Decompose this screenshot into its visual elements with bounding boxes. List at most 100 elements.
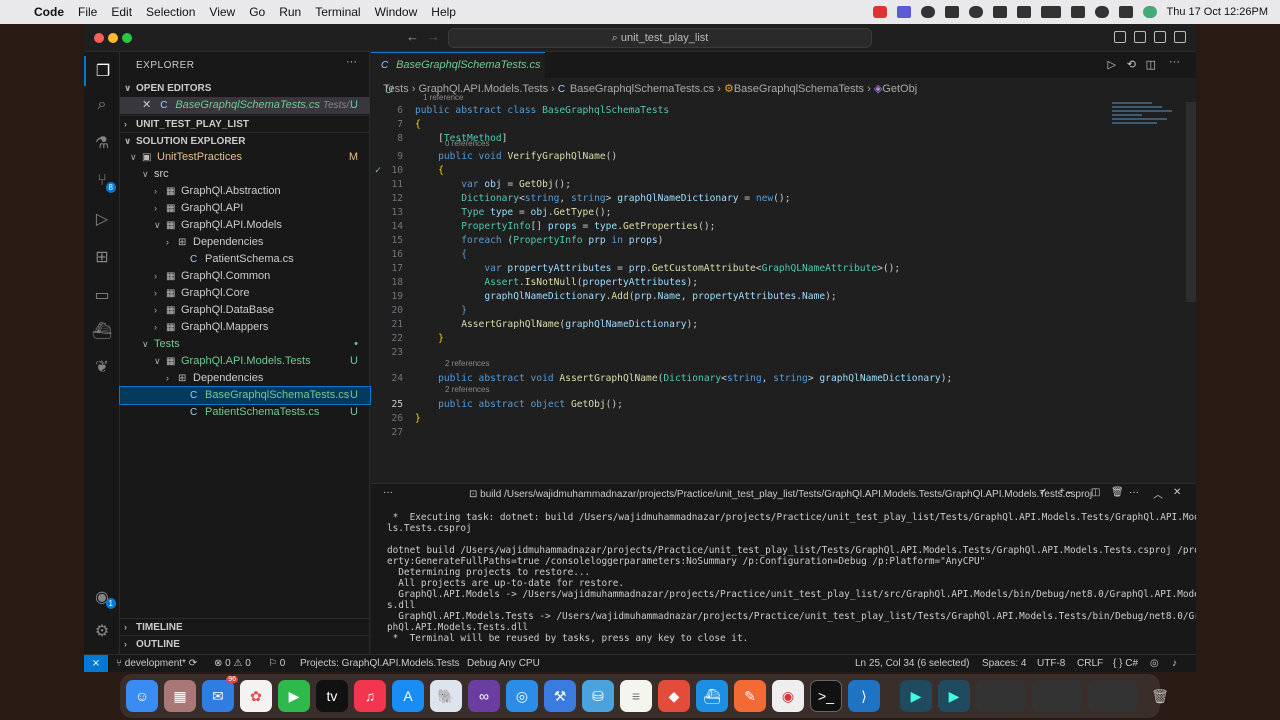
menu-view[interactable]: View — [209, 5, 235, 19]
close-icon[interactable]: ✕ — [142, 99, 151, 111]
timeline-header[interactable]: › TIMELINE — [120, 618, 370, 635]
tree-item[interactable]: ∨ ▦ GraphQl.API.Models.Tests U — [120, 353, 370, 370]
app-menu[interactable]: Code — [34, 5, 64, 19]
minimize-window-button[interactable] — [108, 33, 118, 43]
window-thumbnail[interactable] — [976, 680, 1026, 712]
open-editors-header[interactable]: ∨ OPEN EDITORS — [120, 80, 370, 97]
workspace-header[interactable]: › UNIT_TEST_PLAY_LIST — [120, 115, 370, 132]
branch-status[interactable]: ⑂ development* ⟳ — [116, 655, 197, 672]
code-line[interactable]: 16 { — [371, 248, 1139, 262]
window-thumbnail[interactable] — [1032, 680, 1082, 712]
problems-status[interactable]: ⊗ 0 ⚠ 0 — [214, 655, 251, 672]
toggle-sidebar-icon[interactable] — [1114, 31, 1126, 43]
menu-edit[interactable]: Edit — [111, 5, 132, 19]
copilot-icon[interactable]: ◎ — [1150, 655, 1159, 672]
code-line[interactable]: 24 public abstract void AssertGraphQlNam… — [371, 372, 1139, 386]
close-panel-icon[interactable]: ✕ — [1173, 487, 1181, 498]
code-editor[interactable]: 1 reference 0 references 2 references 2 ref… — [371, 93, 1196, 496]
back-arrow-icon[interactable]: ← — [406, 29, 419, 44]
docker-icon[interactable]: ⛴ — [84, 316, 120, 346]
tree-item[interactable]: › ▦ GraphQl.Abstraction — [120, 183, 370, 200]
code-line[interactable]: 9 public void VerifyGraphQlName() — [371, 150, 1139, 164]
mail-icon[interactable]: ✉ 96 — [202, 676, 238, 712]
info-icon[interactable] — [992, 6, 1007, 18]
xcode-icon[interactable]: ⚒ — [544, 680, 576, 712]
menu-window[interactable]: Window — [375, 5, 418, 19]
new-terminal-icon[interactable]: +⌄ — [1059, 486, 1073, 497]
toggle-secondary-sidebar-icon[interactable] — [1154, 31, 1166, 43]
siri-icon[interactable] — [1142, 6, 1157, 18]
code-line[interactable]: 8 [TestMethod] — [371, 132, 1139, 146]
language-status[interactable]: { } C# — [1113, 655, 1138, 672]
forward-arrow-icon[interactable]: → — [427, 29, 440, 44]
postman-icon[interactable]: ✎ — [734, 680, 766, 712]
explorer-icon[interactable]: ❐ — [84, 56, 120, 86]
more-actions-icon[interactable]: ··· — [346, 56, 357, 68]
minimap[interactable] — [1112, 102, 1182, 142]
visual-studio-icon[interactable]: ∞ — [468, 680, 500, 712]
source-control-icon[interactable]: ⑂ 8 — [84, 166, 120, 196]
notifications-bell-icon[interactable]: ♪ — [1172, 655, 1177, 672]
finder-icon[interactable]: ☺ — [126, 680, 158, 712]
accounts-icon[interactable]: ◉ 1 — [84, 582, 120, 612]
encoding-status[interactable]: UTF-8 — [1037, 655, 1065, 672]
tree-item[interactable]: › ▦ GraphQl.Mappers — [120, 319, 370, 336]
split-terminal-icon[interactable]: ◫ — [1091, 487, 1100, 498]
tree-item[interactable]: ∨ ▦ GraphQl.API.Models — [120, 217, 370, 234]
notes-icon[interactable]: ≡ — [620, 680, 652, 712]
wifi-icon[interactable] — [1070, 6, 1085, 18]
maximize-panel-icon[interactable]: ︿ — [1153, 486, 1163, 501]
outline-header[interactable]: › OUTLINE — [120, 635, 370, 652]
command-center[interactable]: ⌕ unit_test_play_list — [448, 28, 872, 48]
breadcrumb-item[interactable]: BaseGraphqlSchemaTests.cs — [570, 83, 714, 95]
rider-window-icon[interactable]: ▶ — [900, 680, 932, 712]
battery-icon[interactable] — [1040, 6, 1061, 18]
code-line[interactable]: 19 graphQlNameDictionary.Add(prp.Name, p… — [371, 290, 1139, 304]
menubar-clock[interactable]: Thu 17 Oct 12:26PM — [1167, 6, 1269, 18]
settings-gear-icon[interactable]: ⚙ — [84, 616, 120, 646]
code-line[interactable]: 23 — [371, 346, 1139, 360]
ports-status[interactable]: ⚐ 0 — [268, 655, 285, 672]
cursor-position[interactable]: Ln 25, Col 34 (6 selected) — [855, 655, 970, 672]
run-icon[interactable]: ▷ — [1108, 58, 1116, 71]
tree-item[interactable]: ∨ ▣ UnitTestPractices M — [120, 149, 370, 166]
code-line[interactable]: 13 Type type = obj.GetType(); — [371, 206, 1139, 220]
trash-icon[interactable]: 🗑 — [1144, 680, 1176, 712]
safari-icon[interactable]: ◎ — [506, 680, 538, 712]
tree-item[interactable]: › ▦ GraphQl.Common — [120, 268, 370, 285]
terminal-icon[interactable]: >_ — [810, 680, 842, 712]
test-passed-icon[interactable]: ✓ — [375, 164, 381, 178]
photos-icon[interactable]: ✿ — [240, 680, 272, 712]
remote-icon[interactable]: ⨯ — [84, 655, 108, 672]
eol-status[interactable]: CRLF — [1077, 655, 1103, 672]
postgres-icon[interactable]: 🐘 — [430, 680, 462, 712]
cloud-icon[interactable] — [920, 6, 935, 18]
vertical-scrollbar[interactable] — [1186, 102, 1196, 302]
code-line[interactable]: 15 foreach (PropertyInfo prp in props) — [371, 234, 1139, 248]
launchpad-icon[interactable]: ▦ — [164, 680, 196, 712]
window-thumbnail[interactable] — [1088, 680, 1138, 712]
code-line[interactable]: 17 var propertyAttributes = prp.GetCusto… — [371, 262, 1139, 276]
code-line[interactable]: 10 {✓ — [371, 164, 1139, 178]
vscode-icon[interactable]: ⟩ — [848, 680, 880, 712]
breadcrumb-item[interactable]: GetObj — [882, 83, 917, 95]
code-line[interactable]: 26} — [371, 412, 1139, 426]
code-line[interactable]: 27 — [371, 426, 1139, 440]
breadcrumb-item[interactable]: BaseGraphqlSchemaTests — [734, 83, 864, 95]
code-line[interactable]: 18 Assert.IsNotNull(propertyAttributes); — [371, 276, 1139, 290]
facetime-icon[interactable]: ▶ — [278, 680, 310, 712]
terminal-tab[interactable]: ⊡ build /Users/wajidmuhammadnazar/projec… — [469, 489, 1092, 500]
codelens-references[interactable]: 1 reference — [423, 92, 463, 104]
tree-item[interactable]: C PatientSchema.cs — [120, 251, 370, 268]
music-icon[interactable]: ♫ — [354, 680, 386, 712]
tab-base-graphql-schema-tests[interactable]: C BaseGraphqlSchemaTests.cs U — [371, 52, 545, 96]
trash-icon[interactable]: 🗑 — [1111, 487, 1124, 498]
control-center-icon[interactable] — [1118, 6, 1133, 18]
breadcrumb-item[interactable]: Tests — [383, 83, 409, 95]
tree-item[interactable]: › ⊞ Dependencies — [120, 234, 370, 251]
code-line[interactable]: 21 AssertGraphQlName(graphQlNameDictiona… — [371, 318, 1139, 332]
terminal-output[interactable]: * Executing task: dotnet: build /Users/w… — [387, 512, 1196, 644]
anydesk-icon[interactable]: ◆ — [658, 680, 690, 712]
tree-item[interactable]: ∨ Tests • — [120, 336, 370, 353]
tree-item[interactable]: › ▦ GraphQl.API — [120, 200, 370, 217]
